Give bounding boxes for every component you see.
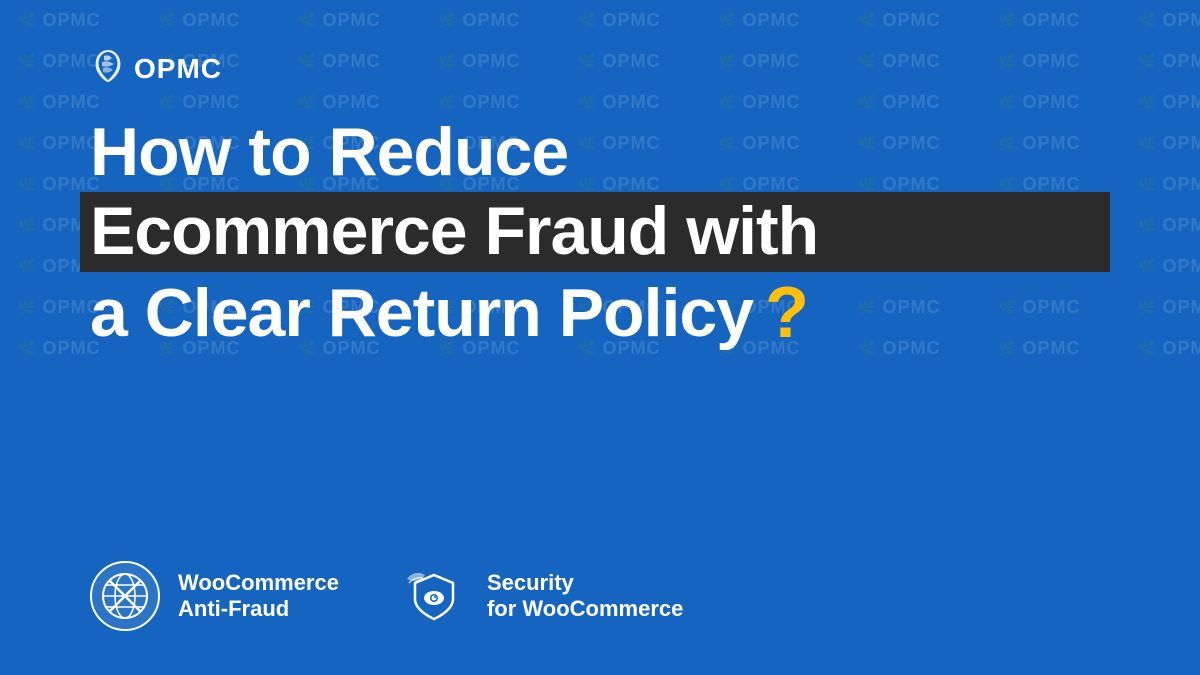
background: const wg = document.querySelector('.wate…: [0, 0, 1200, 675]
plugin-security-name: Security: [487, 570, 683, 596]
plugin-security: Security for WooCommerce: [399, 561, 683, 631]
title-block: How to Reduce Ecommerce Fraud with a Cle…: [90, 117, 1110, 351]
main-content: OPMC How to Reduce Ecommerce Fraud with …: [0, 0, 1200, 675]
plugin-anti-fraud-name: WooCommerce: [178, 570, 339, 596]
title-line3: a Clear Return Policy?: [90, 276, 1110, 352]
plugin-anti-fraud-text: WooCommerce Anti-Fraud: [178, 570, 339, 623]
title-line2: Ecommerce Fraud with: [80, 192, 1110, 271]
logo-icon: [90, 48, 126, 89]
plugin-security-text: Security for WooCommerce: [487, 570, 683, 623]
title-line1: How to Reduce: [90, 117, 1110, 188]
logo-text: OPMC: [134, 53, 222, 85]
security-icon: [399, 561, 469, 631]
logo-area: OPMC: [90, 48, 1110, 89]
anti-fraud-icon: [90, 561, 160, 631]
question-mark: ?: [765, 276, 808, 352]
plugin-anti-fraud: WooCommerce Anti-Fraud: [90, 561, 339, 631]
plugin-anti-fraud-sub: Anti-Fraud: [178, 596, 339, 622]
title-line3-text: a Clear Return Policy: [90, 278, 753, 349]
plugin-security-sub: for WooCommerce: [487, 596, 683, 622]
plugins-row: WooCommerce Anti-Fraud: [90, 561, 1110, 631]
